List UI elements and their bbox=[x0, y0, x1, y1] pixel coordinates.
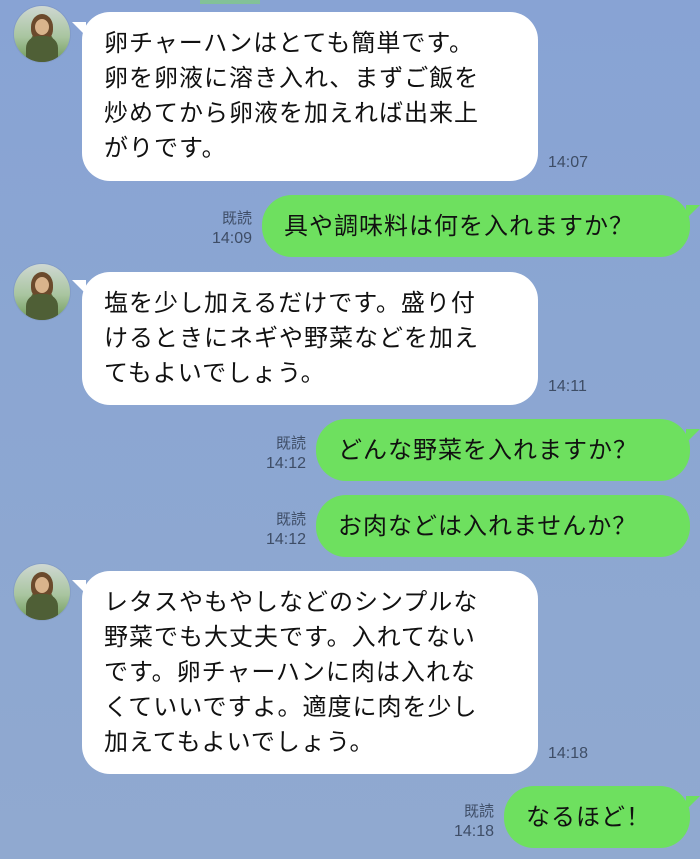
avatar[interactable] bbox=[14, 6, 70, 62]
message-timestamp: 14:09 bbox=[211, 230, 252, 247]
message-timestamp: 14:18 bbox=[453, 823, 494, 840]
outgoing-message-bubble[interactable]: 具や調味料は何を入れますか？ bbox=[262, 195, 690, 257]
avatar-body bbox=[26, 294, 58, 320]
incoming-message-bubble[interactable]: レタスやもやしなどのシンプルな 野菜でも大丈夫です。入れてない です。卵チャーハ… bbox=[82, 571, 538, 774]
outgoing-message-bubble[interactable]: なるほど！ bbox=[504, 786, 690, 848]
message-timestamp: 14:12 bbox=[265, 455, 306, 472]
avatar-face bbox=[35, 19, 49, 35]
read-receipt: 既読 bbox=[221, 210, 252, 227]
message-meta: 既読 14:09 bbox=[196, 209, 252, 249]
chat-timeline[interactable]: 卵チャーハンはとても簡単です。 卵を卵液に溶き入れ、まずご飯を 炒めてから卵液を… bbox=[0, 0, 700, 859]
outgoing-message-bubble[interactable]: お肉などは入れませんか？ bbox=[316, 495, 690, 557]
avatar[interactable] bbox=[14, 564, 70, 620]
message-timestamp: 14:12 bbox=[265, 531, 306, 548]
avatar-face bbox=[35, 277, 49, 293]
message-timestamp: 14:07 bbox=[548, 154, 589, 171]
bubble-tail bbox=[686, 205, 700, 219]
message-meta: 既読 14:12 bbox=[250, 510, 306, 550]
read-receipt: 既読 bbox=[275, 435, 306, 452]
avatar-body bbox=[26, 594, 58, 620]
previous-message-edge bbox=[0, 0, 700, 4]
incoming-message-bubble[interactable]: 卵チャーハンはとても簡単です。 卵を卵液に溶き入れ、まずご飯を 炒めてから卵液を… bbox=[82, 12, 538, 181]
avatar-face bbox=[35, 577, 49, 593]
avatar[interactable] bbox=[14, 264, 70, 320]
outgoing-message-bubble[interactable]: どんな野菜を入れますか？ bbox=[316, 419, 690, 481]
bubble-tail bbox=[686, 429, 700, 443]
incoming-message-bubble[interactable]: 塩を少し加えるだけです。盛り付 けるときにネギや野菜などを加え てもよいでしょう… bbox=[82, 272, 538, 405]
message-meta: 既読 14:12 bbox=[250, 434, 306, 474]
message-meta: 既読 14:18 bbox=[438, 802, 494, 842]
read-receipt: 既読 bbox=[275, 511, 306, 528]
read-receipt: 既読 bbox=[463, 803, 494, 820]
bubble-tail bbox=[686, 796, 700, 810]
avatar-body bbox=[26, 36, 58, 62]
message-timestamp: 14:11 bbox=[548, 378, 587, 395]
message-timestamp: 14:18 bbox=[548, 745, 589, 762]
